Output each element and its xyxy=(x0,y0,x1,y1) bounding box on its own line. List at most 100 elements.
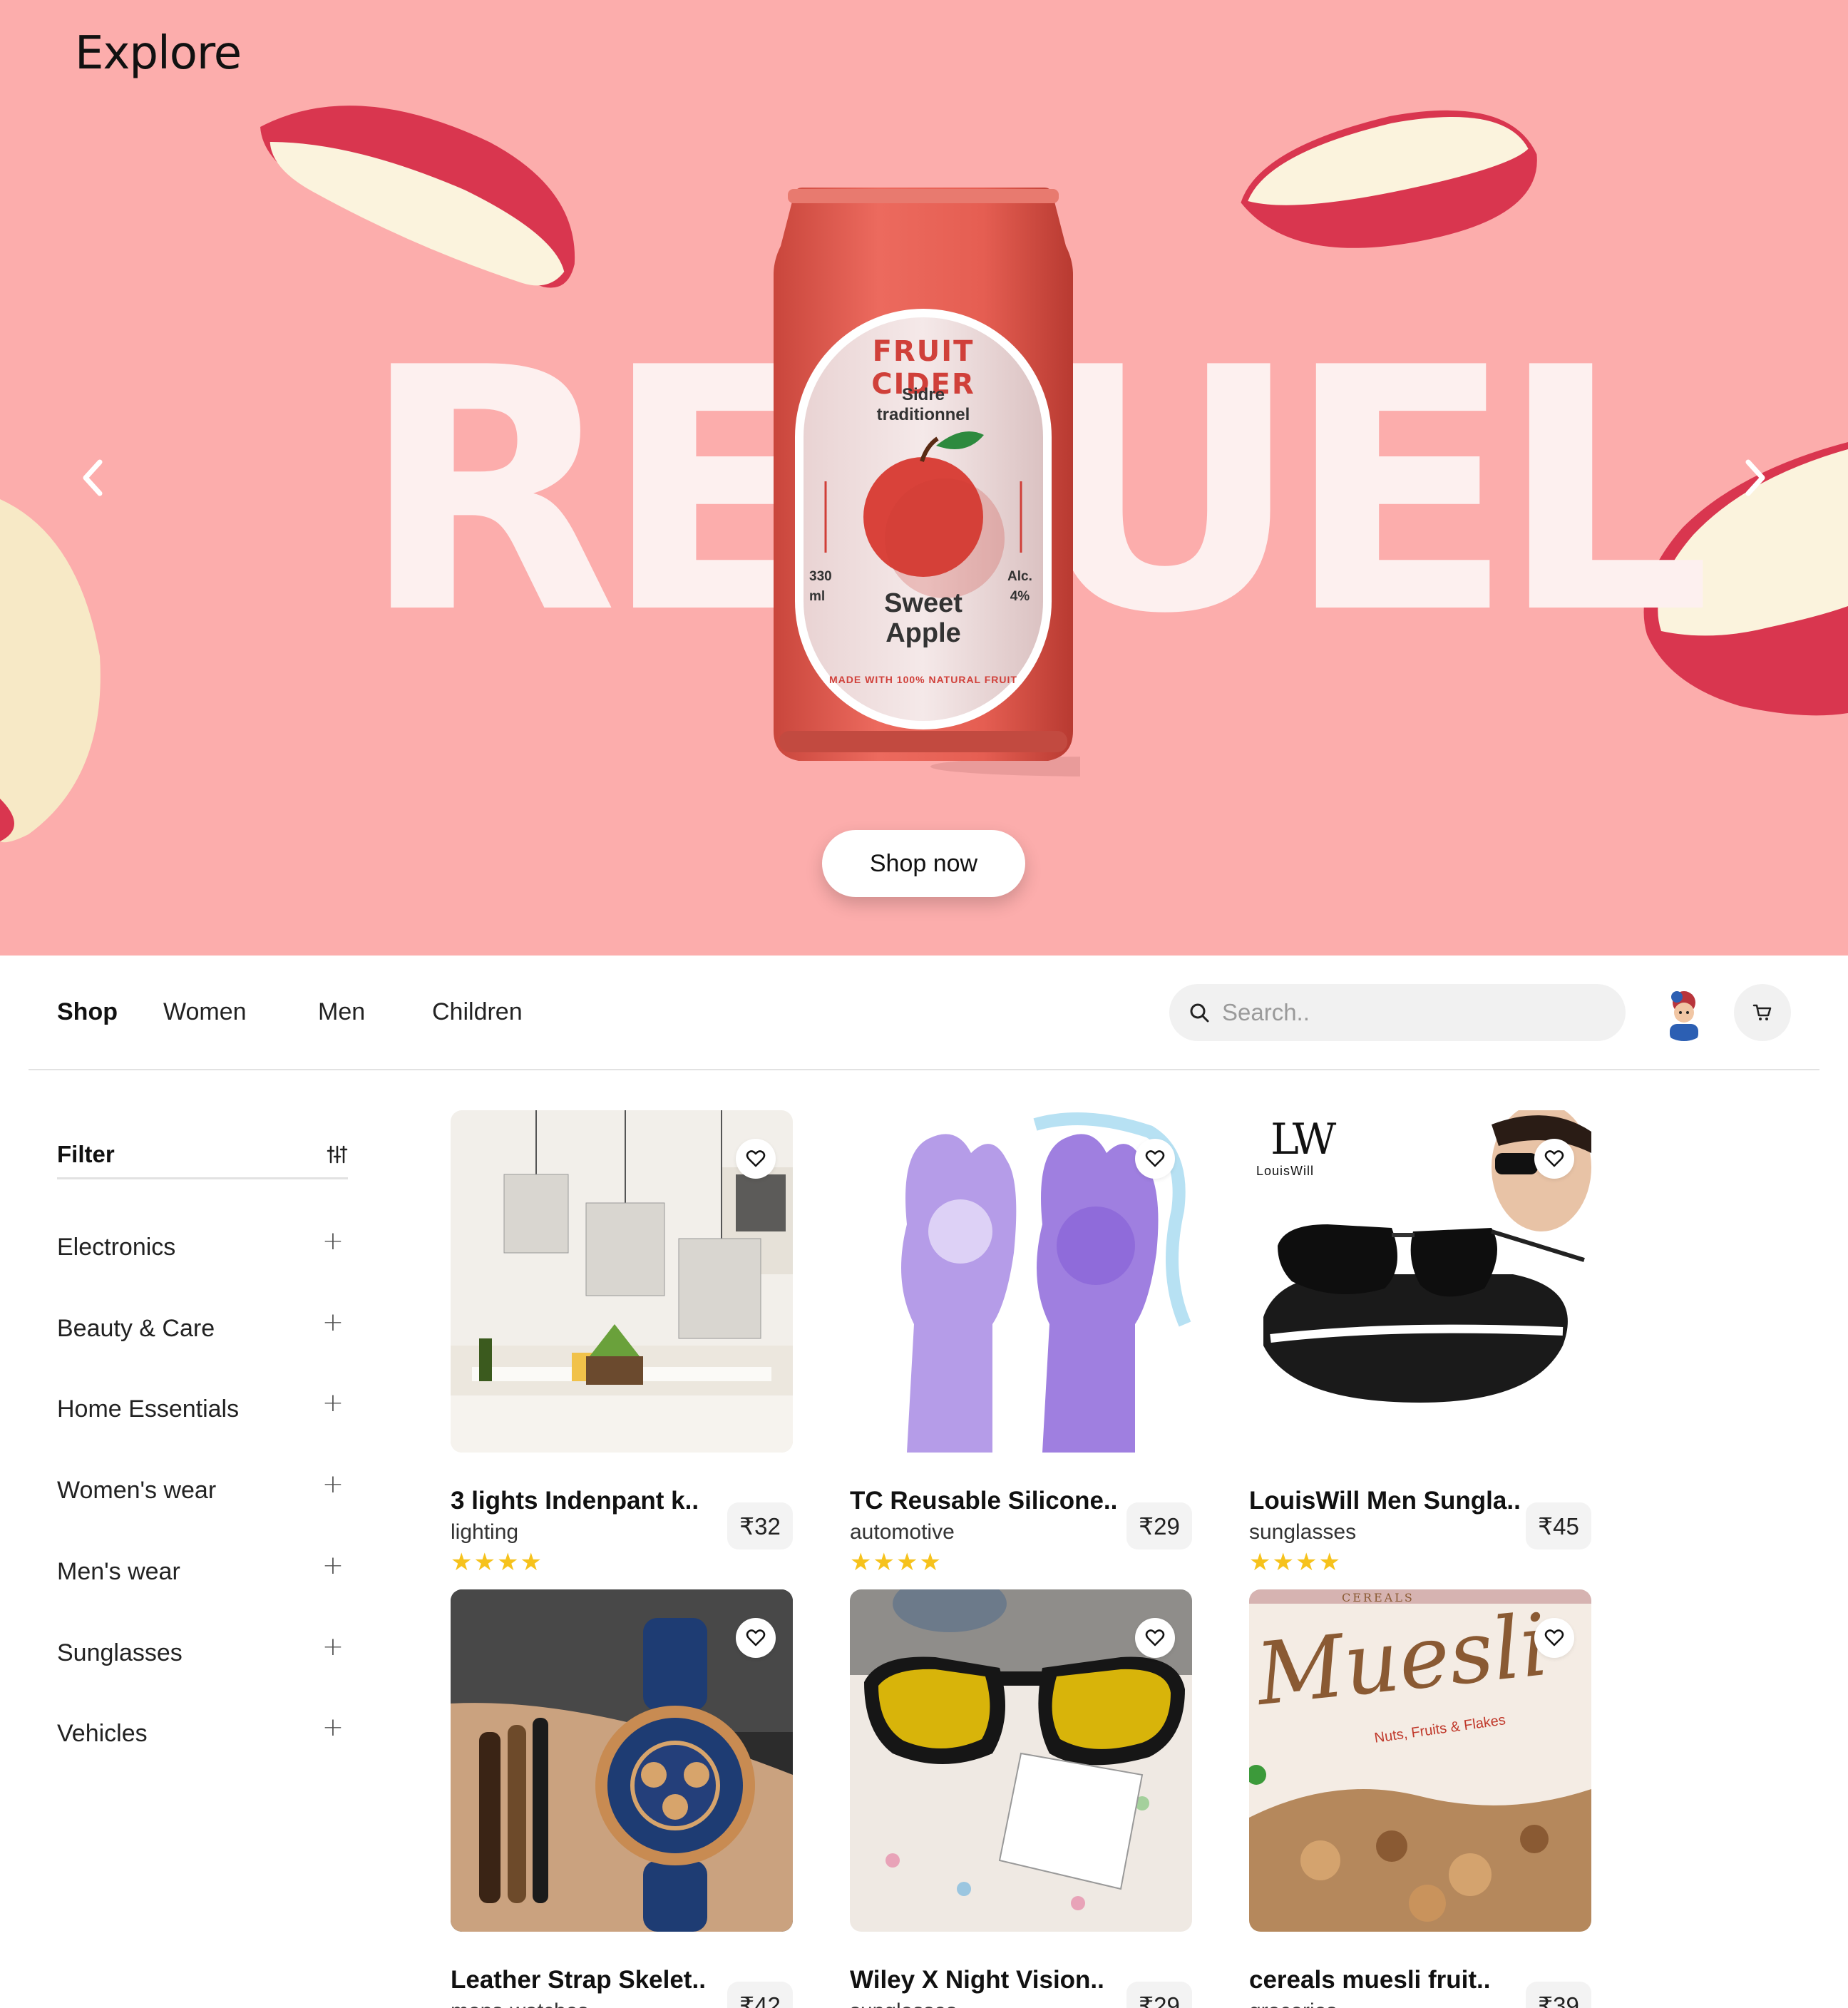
carousel-prev-button[interactable] xyxy=(71,456,114,499)
plus-icon: + xyxy=(322,1632,344,1661)
top-nav: Shop Women Men Children xyxy=(0,956,1848,1070)
filter-category-label: Men's wear xyxy=(57,1558,180,1585)
brand-name: LouisWill xyxy=(1256,1164,1315,1178)
nav-link-shop[interactable]: Shop xyxy=(57,998,118,1026)
cider-can-image: FRUIT CIDER Sidre traditionnel 330 ml Al… xyxy=(766,182,1273,781)
favorite-button[interactable] xyxy=(736,1618,776,1658)
product-image[interactable]: LW LouisWill xyxy=(1249,1110,1591,1453)
shop-now-button[interactable]: Shop now xyxy=(822,830,1025,897)
product-image[interactable] xyxy=(850,1589,1192,1932)
filter-title: Filter xyxy=(57,1141,115,1167)
product-price: ₹29 xyxy=(1126,1982,1192,2008)
heart-icon xyxy=(746,1629,766,1646)
can-volume: 330 ml xyxy=(809,567,832,607)
filter-category-home-essentials[interactable]: Home Essentials + xyxy=(57,1388,348,1431)
can-alc-label: Alc. xyxy=(1007,569,1032,584)
filter-toggle[interactable] xyxy=(327,1144,348,1168)
product-price: ₹42 xyxy=(727,1982,793,2008)
carousel-next-button[interactable] xyxy=(1734,456,1777,499)
filter-category-label: Electronics xyxy=(57,1234,176,1261)
can-flavor-2: Apple xyxy=(885,618,961,648)
product-name[interactable]: Leather Strap Skelet.. xyxy=(451,1966,706,1994)
chevron-right-icon xyxy=(1745,459,1765,496)
can-bottom-text: MADE WITH 100% NATURAL FRUIT xyxy=(829,674,1017,685)
user-avatar-image xyxy=(1655,984,1713,1041)
product-category: groceries xyxy=(1249,1999,1337,2008)
plus-icon: + xyxy=(322,1226,344,1256)
can-subtitle-2: traditionnel xyxy=(876,405,970,424)
cart-icon xyxy=(1752,1004,1772,1020)
can-volume-unit: ml xyxy=(809,589,826,604)
chevron-left-icon xyxy=(83,459,103,496)
product-price: ₹32 xyxy=(727,1502,793,1549)
filter-category-sunglasses[interactable]: Sunglasses + xyxy=(57,1632,348,1675)
can-alc: Alc. 4% xyxy=(1007,567,1032,607)
product-image[interactable] xyxy=(451,1110,793,1453)
heart-icon xyxy=(1544,1150,1564,1167)
favorite-button[interactable] xyxy=(1534,1618,1574,1658)
plus-icon: + xyxy=(322,1388,344,1418)
heart-icon xyxy=(1145,1629,1165,1646)
favorite-button[interactable] xyxy=(1534,1139,1574,1179)
favorite-button[interactable] xyxy=(1135,1139,1175,1179)
product-image[interactable]: CEREALS Muesli Nuts, Fruits & Flakes xyxy=(1249,1589,1591,1932)
nav-link-women[interactable]: Women xyxy=(163,998,247,1026)
avatar[interactable] xyxy=(1655,984,1713,1041)
product-name[interactable]: TC Reusable Silicone.. xyxy=(850,1487,1117,1515)
nav-link-children[interactable]: Children xyxy=(432,998,523,1026)
plus-icon: + xyxy=(322,1470,344,1499)
filter-category-label: Home Essentials xyxy=(57,1395,240,1423)
product-price: ₹29 xyxy=(1126,1502,1192,1549)
filter-category-vehicles[interactable]: Vehicles + xyxy=(57,1713,348,1756)
product-category: lighting xyxy=(451,1520,519,1544)
search-icon xyxy=(1190,1003,1209,1023)
plus-icon: + xyxy=(322,1551,344,1580)
rating-stars: ★★★★ xyxy=(850,1548,943,1577)
product-price: ₹39 xyxy=(1526,1982,1591,2008)
search-input[interactable] xyxy=(1222,999,1607,1026)
rating-stars: ★★★★ xyxy=(1249,1548,1342,1577)
filter-category-beauty-care[interactable]: Beauty & Care + xyxy=(57,1308,348,1351)
apple-slice-image xyxy=(260,106,575,288)
favorite-button[interactable] xyxy=(736,1139,776,1179)
product-category: sunglasses xyxy=(1249,1520,1357,1544)
filter-category-label: Women's wear xyxy=(57,1477,217,1504)
can-alc-value: 4% xyxy=(1010,589,1030,604)
can-flavor-1: Sweet xyxy=(884,588,962,618)
favorite-button[interactable] xyxy=(1135,1618,1175,1658)
product-category: sunglasses xyxy=(850,1999,957,2008)
plus-icon: + xyxy=(322,1713,344,1742)
can-volume-value: 330 xyxy=(809,569,832,584)
product-category: mens-watches xyxy=(451,1999,588,2008)
page-title: Explore xyxy=(75,27,242,80)
heart-icon xyxy=(746,1150,766,1167)
rating-stars: ★★★★ xyxy=(451,1548,543,1577)
nav-link-men[interactable]: Men xyxy=(318,998,365,1026)
filter-header: Filter xyxy=(57,1138,348,1179)
filter-category-label: Sunglasses xyxy=(57,1639,183,1666)
product-category: automotive xyxy=(850,1520,955,1544)
heart-icon xyxy=(1544,1629,1564,1646)
search-bar xyxy=(1169,984,1626,1041)
filter-category-label: Vehicles xyxy=(57,1720,148,1747)
divider xyxy=(29,1069,1819,1070)
brand-logo: LW xyxy=(1270,1115,1336,1164)
apple-slice-image xyxy=(0,499,101,843)
product-name[interactable]: Wiley X Night Vision.. xyxy=(850,1966,1104,1994)
product-name[interactable]: LouisWill Men Sungla.. xyxy=(1249,1487,1521,1515)
cart-button[interactable] xyxy=(1734,984,1791,1041)
product-image[interactable] xyxy=(850,1110,1192,1453)
filter-category-electronics[interactable]: Electronics + xyxy=(57,1226,348,1269)
hero-banner: Explore REFUEL xyxy=(0,0,1848,956)
product-name[interactable]: 3 lights Indenpant k.. xyxy=(451,1487,699,1515)
product-image[interactable] xyxy=(451,1589,793,1932)
product-price: ₹45 xyxy=(1526,1502,1591,1549)
filter-category-label: Beauty & Care xyxy=(57,1315,215,1342)
can-subtitle-1: Sidre xyxy=(901,385,945,404)
product-name[interactable]: cereals muesli fruit.. xyxy=(1249,1966,1490,1994)
filter-category-mens-wear[interactable]: Men's wear + xyxy=(57,1551,348,1594)
heart-icon xyxy=(1145,1150,1165,1167)
filter-category-womens-wear[interactable]: Women's wear + xyxy=(57,1470,348,1512)
plus-icon: + xyxy=(322,1308,344,1337)
apple-slice-image xyxy=(1241,110,1537,248)
